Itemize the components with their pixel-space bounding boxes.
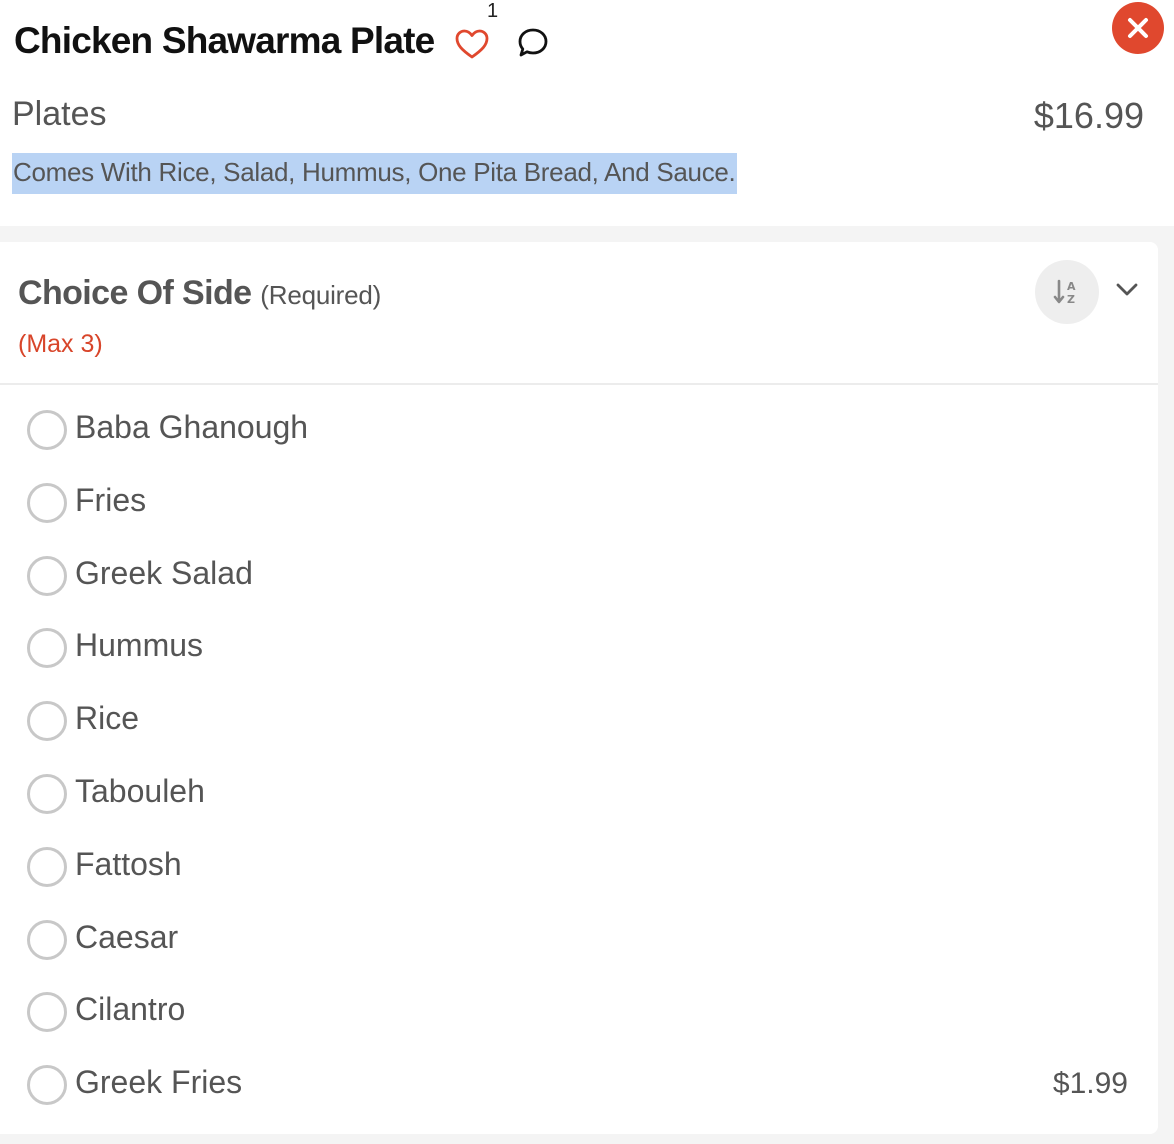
radio-button[interactable] xyxy=(27,701,67,742)
item-title: Chicken Shawarma Plate xyxy=(14,20,435,61)
radio-button[interactable] xyxy=(27,410,67,450)
radio-button[interactable] xyxy=(27,628,67,669)
option-fattosh[interactable]: Fattosh xyxy=(0,832,1158,905)
option-greek-fries[interactable]: Greek Fries $1.99 xyxy=(0,1050,1158,1123)
option-label: Tabouleh xyxy=(75,772,205,809)
item-modal: Chicken Shawarma Plate 1 Plates $16.99 C… xyxy=(0,0,1174,1144)
option-rice[interactable]: Rice xyxy=(0,686,1158,759)
close-button[interactable] xyxy=(1112,2,1164,54)
sort-alpha-icon: A Z xyxy=(1053,279,1076,306)
section-title-text: Choice Of Side xyxy=(18,274,252,312)
option-label: Fries xyxy=(75,481,147,518)
comment-button[interactable] xyxy=(516,26,550,60)
svg-text:A: A xyxy=(1067,280,1076,293)
option-label: Greek Salad xyxy=(75,554,253,591)
option-cilantro[interactable]: Cilantro xyxy=(0,977,1158,1050)
item-description: Comes With Rice, Salad, Hummus, One Pita… xyxy=(12,153,738,194)
modifier-section: Choice Of Side (Required) (Max 3) A Z Ba… xyxy=(0,242,1158,1134)
option-list: Baba Ghanough Fries Greek Salad Hummus R xyxy=(0,395,1158,1123)
favorite-count: 1 xyxy=(487,0,499,22)
section-title: Choice Of Side (Required) xyxy=(18,274,381,313)
option-price: $1.99 xyxy=(1052,1067,1128,1101)
heart-icon xyxy=(455,29,489,59)
option-baba-ghanough[interactable]: Baba Ghanough xyxy=(0,395,1158,468)
required-label: (Required) xyxy=(260,280,382,310)
item-category: Plates xyxy=(12,95,107,133)
close-x-icon xyxy=(1128,18,1148,38)
radio-button[interactable] xyxy=(27,919,67,960)
option-hummus[interactable]: Hummus xyxy=(0,613,1158,686)
sort-button[interactable]: A Z xyxy=(1035,260,1099,324)
favorite-button[interactable] xyxy=(453,26,491,62)
radio-button[interactable] xyxy=(27,992,67,1033)
svg-text:Z: Z xyxy=(1067,293,1075,306)
option-label: Caesar xyxy=(75,918,179,955)
radio-button[interactable] xyxy=(27,482,67,523)
option-caesar[interactable]: Caesar xyxy=(0,905,1158,978)
option-label: Cilantro xyxy=(75,991,186,1028)
chevron-down-icon xyxy=(1116,283,1138,296)
option-label: Hummus xyxy=(75,627,204,664)
option-label: Baba Ghanough xyxy=(75,409,309,445)
item-header: Chicken Shawarma Plate 1 Plates $16.99 C… xyxy=(0,0,1174,226)
option-tabouleh[interactable]: Tabouleh xyxy=(0,759,1158,832)
option-label: Greek Fries xyxy=(75,1064,243,1101)
section-header[interactable]: Choice Of Side (Required) (Max 3) A Z xyxy=(0,242,1158,385)
radio-button[interactable] xyxy=(27,555,67,596)
radio-button[interactable] xyxy=(27,773,67,814)
radio-button[interactable] xyxy=(27,1065,67,1106)
speech-bubble-icon xyxy=(518,28,548,57)
radio-button[interactable] xyxy=(27,846,67,887)
option-label: Rice xyxy=(75,700,140,737)
max-selection-label: (Max 3) xyxy=(18,330,103,358)
option-greek-salad[interactable]: Greek Salad xyxy=(0,541,1158,614)
option-fries[interactable]: Fries xyxy=(0,468,1158,541)
option-label: Fattosh xyxy=(75,845,182,882)
collapse-button[interactable] xyxy=(1110,272,1144,306)
item-price: $16.99 xyxy=(1033,95,1144,136)
